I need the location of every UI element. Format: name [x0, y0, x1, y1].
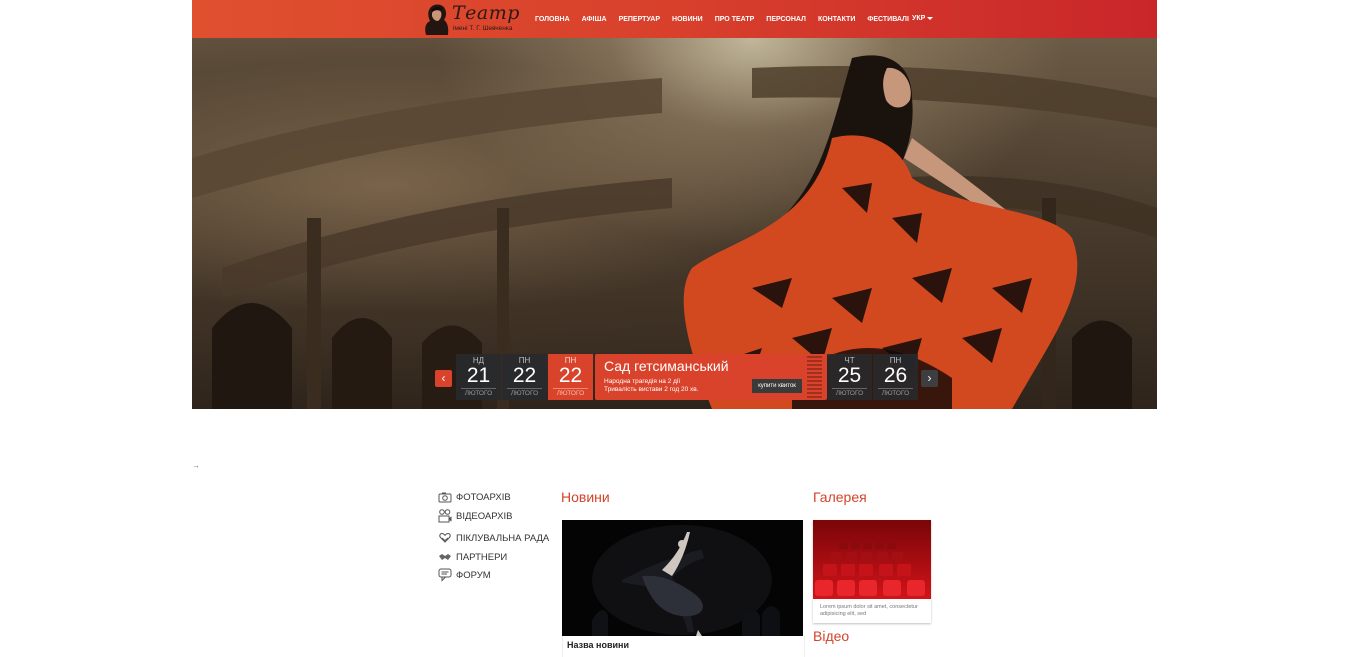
- day-month: лютого: [553, 388, 588, 397]
- day-number: 25: [837, 364, 862, 387]
- sidebar-item-video-archive[interactable]: Відеоархів: [438, 509, 513, 523]
- nav-item-news[interactable]: Новини: [672, 16, 703, 23]
- nav-item-staff[interactable]: Персонал: [766, 16, 806, 23]
- sidebar-item-photo-archive[interactable]: Фотоархів: [438, 491, 511, 503]
- language-select[interactable]: УКР: [912, 15, 934, 22]
- day-number: 26: [883, 364, 908, 387]
- nav-item-contacts[interactable]: Контакти: [818, 16, 855, 23]
- gallery-card[interactable]: Lorem ipsum dolor sit amet, consectetur …: [813, 520, 931, 623]
- nav-item-about[interactable]: Про театр: [715, 16, 755, 23]
- event-duration: Тривалість вистави 2 год 20 хв.: [604, 386, 699, 393]
- stray-arrow: →: [192, 461, 200, 470]
- gallery-image: [813, 520, 931, 599]
- day-month: лютого: [461, 388, 496, 397]
- calendar-day[interactable]: пн 22 лютого: [502, 354, 547, 400]
- buy-ticket-button[interactable]: купити квиток: [752, 379, 802, 393]
- theatre-logo[interactable]: Театр імені Т. Г. Шевченка: [420, 1, 519, 37]
- day-number: 22: [558, 364, 583, 387]
- sidebar-item-label: Відеоархів: [456, 510, 513, 522]
- sidebar-item-label: Партнери: [456, 551, 508, 563]
- sidebar-item-partners[interactable]: Партнери: [438, 551, 507, 563]
- caret-down-icon: [927, 16, 934, 20]
- day-number: 22: [512, 364, 537, 387]
- calendar-day-active[interactable]: пн 22 лютого: [548, 354, 593, 400]
- sidebar-item-label: Піклувальна рада: [456, 532, 550, 544]
- day-month: лютого: [507, 388, 542, 397]
- video-section-title[interactable]: Відео: [813, 628, 849, 644]
- news-image[interactable]: [562, 520, 803, 636]
- sidebar-item-label: Форум: [456, 569, 491, 581]
- video-camera-icon: [438, 509, 452, 523]
- gallery-description: Lorem ipsum dolor sit amet, consectetur …: [820, 604, 918, 617]
- calendar-day[interactable]: нд 21 лютого: [456, 354, 501, 400]
- nav-item-playbill[interactable]: Афіша: [582, 16, 607, 23]
- logo-title: Театр: [452, 2, 520, 24]
- calendar-day[interactable]: чт 25 лютого: [827, 354, 872, 400]
- portrait-logo-icon: [425, 4, 449, 36]
- calendar-prev-button[interactable]: ‹: [435, 370, 452, 387]
- heart-hand-icon: [439, 532, 451, 543]
- news-item-title[interactable]: Назва новини: [567, 640, 629, 650]
- day-month: лютого: [832, 388, 867, 397]
- gallery-section-title[interactable]: Галерея: [813, 489, 867, 505]
- theatre-seats-illustration: [813, 520, 931, 599]
- day-month: лютого: [878, 388, 913, 397]
- sidebar-item-forum[interactable]: Форум: [438, 568, 491, 582]
- day-number: 21: [466, 364, 491, 387]
- language-label: УКР: [912, 15, 926, 22]
- ballet-dancer-illustration: [562, 520, 803, 636]
- calendar-day[interactable]: пн 26 лютого: [873, 354, 918, 400]
- event-title[interactable]: Сад гетсиманський: [604, 358, 729, 374]
- nav-item-festivals[interactable]: Фестивалі: [867, 16, 909, 23]
- event-card: Сад гетсиманський Народна трагедія на 2 …: [595, 354, 827, 400]
- chevron-right-icon: ›: [927, 371, 932, 385]
- camera-icon: [438, 492, 452, 503]
- chevron-left-icon: ‹: [441, 371, 446, 385]
- header: Театр імені Т. Г. Шевченка Головна Афіша…: [192, 0, 1157, 38]
- chat-icon: [438, 568, 452, 582]
- sidebar-item-label: Фотоархів: [456, 491, 511, 503]
- nav-item-repertoire[interactable]: Репертуар: [619, 16, 660, 23]
- sidebar-item-board[interactable]: Піклувальна рада: [438, 532, 549, 544]
- calendar-next-button[interactable]: ›: [921, 370, 938, 387]
- event-scrollbar[interactable]: [807, 356, 822, 398]
- main-nav: Головна Афіша Репертуар Новини Про театр…: [535, 0, 921, 38]
- nav-item-home[interactable]: Головна: [535, 16, 570, 23]
- logo-subtitle: імені Т. Г. Шевченка: [453, 25, 513, 32]
- event-genre: Народна трагедія на 2 дії: [604, 378, 681, 385]
- handshake-icon: [439, 554, 451, 560]
- news-section-title[interactable]: Новини: [561, 489, 610, 505]
